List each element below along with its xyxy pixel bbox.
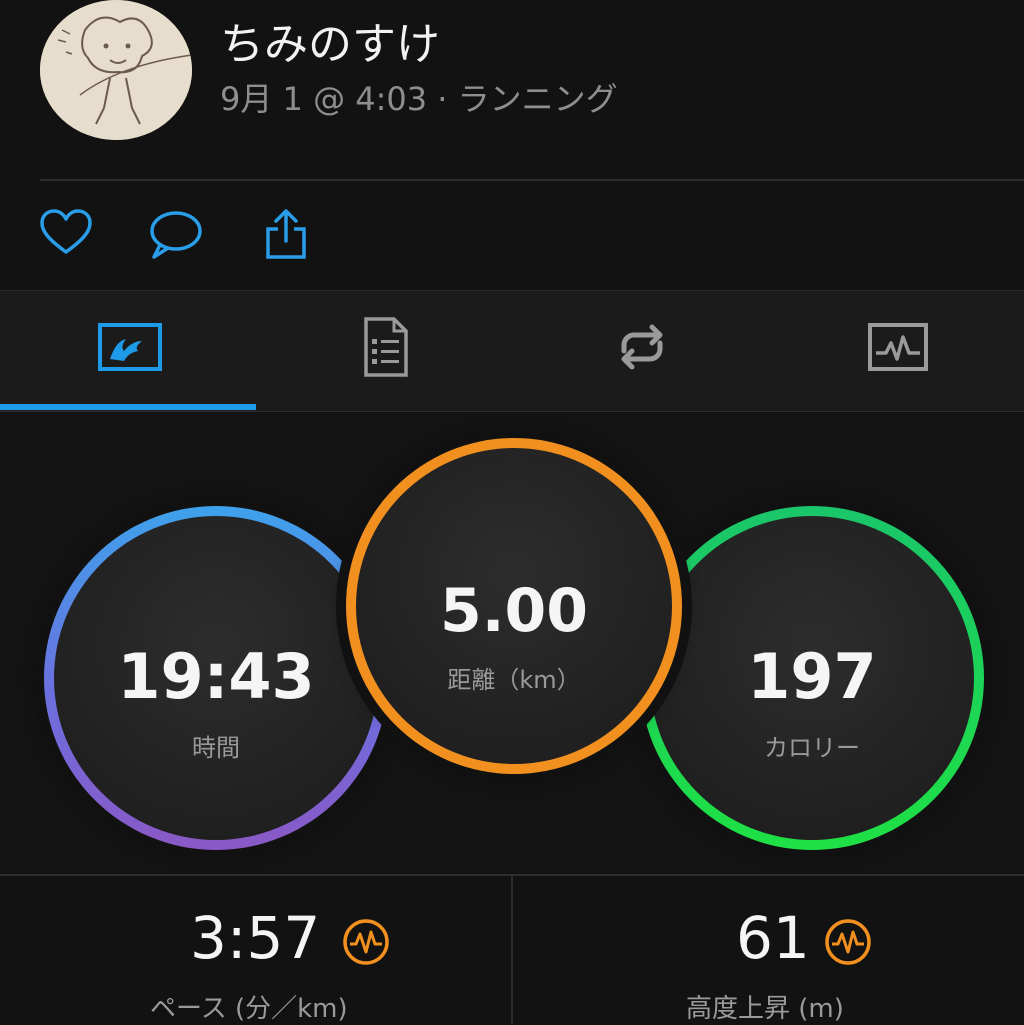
heart-icon [40,209,92,254]
stats-panel: 19:43 時間 197 カロリー 5.00 距離（km） [0,412,1024,872]
distance-circle[interactable]: 5.00 距離（km） [346,438,682,774]
calories-label: カロリー [764,734,860,762]
calories-circle[interactable]: 197 カロリー [640,506,984,850]
heart-rate-badge-icon [825,919,871,965]
tab-laps[interactable] [512,291,768,411]
activity-meta: 9月 1 @ 4:03 · ランニング [220,80,618,118]
time-circle[interactable]: 19:43 時間 [44,506,388,850]
avatar[interactable] [40,0,192,140]
distance-label: 距離（km） [447,666,581,694]
metrics-divider [511,876,513,1024]
tab-bar [0,290,1024,412]
pace-label: ペース (分／km) [150,994,348,1024]
distance-value: 5.00 [439,576,589,646]
heart-rate-badge-icon [343,919,389,965]
active-tab-indicator [0,404,256,410]
time-label: 時間 [192,734,240,762]
calories-value: 197 [747,640,877,713]
map-icon [98,323,162,371]
avatar-sketch-icon [40,0,192,140]
tab-overview[interactable] [0,291,256,411]
repeat-icon [621,324,663,370]
tab-details[interactable] [256,291,512,411]
pace-value: 3:57 [190,904,321,972]
pace-cell[interactable]: 3:57 ペース (分／km) [0,876,510,1024]
elevation-cell[interactable]: 61 高度上昇 (m) [514,876,1024,1024]
document-list-icon [364,317,408,377]
activity-header: ちみのすけ 9月 1 @ 4:03 · ランニング [0,0,1024,180]
user-name[interactable]: ちみのすけ [220,8,440,72]
like-button[interactable] [38,205,94,261]
comment-button[interactable] [146,205,202,261]
share-button[interactable] [258,205,314,261]
activity-graph-icon [868,323,928,371]
elevation-value: 61 [736,904,810,972]
share-icon [266,209,306,259]
speech-bubble-icon [150,211,202,259]
elevation-label: 高度上昇 (m) [686,994,844,1024]
tab-charts[interactable] [768,291,1024,411]
time-value: 19:43 [117,640,315,713]
action-bar [0,181,1024,289]
